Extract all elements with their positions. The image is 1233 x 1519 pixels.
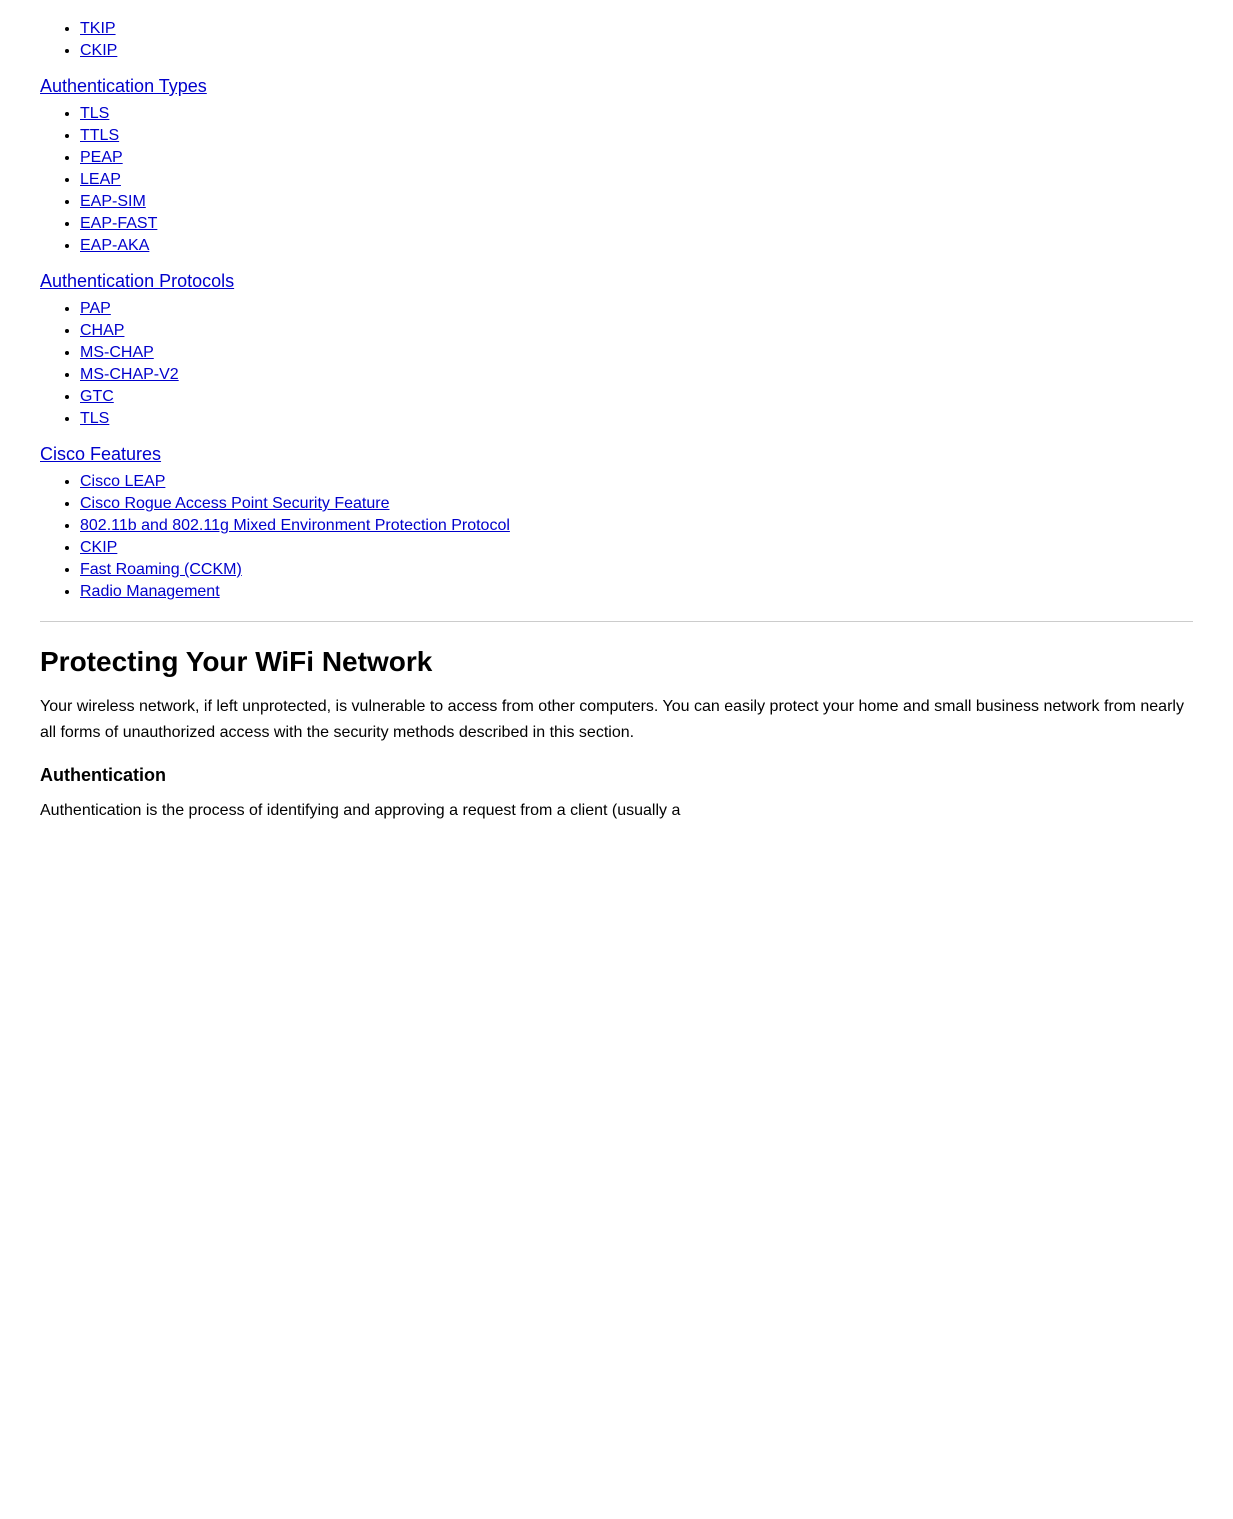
auth-body-text: Authentication is the process of identif…: [40, 798, 1193, 824]
auth-protocols-list: PAP CHAP MS-CHAP MS-CHAP-V2 GTC TLS: [40, 300, 1193, 428]
list-item: TTLS: [80, 127, 1193, 145]
chap-link[interactable]: CHAP: [80, 322, 124, 339]
cisco-rogue-link[interactable]: Cisco Rogue Access Point Security Featur…: [80, 495, 389, 512]
radio-mgmt-link[interactable]: Radio Management: [80, 583, 220, 600]
main-body-text: Your wireless network, if left unprotect…: [40, 694, 1193, 745]
ms-chap-v2-link[interactable]: MS-CHAP-V2: [80, 366, 179, 383]
list-item: CHAP: [80, 322, 1193, 340]
ckip-link-top[interactable]: CKIP: [80, 42, 117, 59]
auth-protocols-link[interactable]: Authentication Protocols: [40, 271, 234, 291]
list-item: 802.11b and 802.11g Mixed Environment Pr…: [80, 517, 1193, 535]
list-item: MS-CHAP-V2: [80, 366, 1193, 384]
ms-chap-link[interactable]: MS-CHAP: [80, 344, 154, 361]
ckip-cisco-link[interactable]: CKIP: [80, 539, 117, 556]
eap-sim-link[interactable]: EAP-SIM: [80, 193, 146, 210]
authentication-sub-heading: Authentication: [40, 765, 1193, 786]
tls-link[interactable]: TLS: [80, 105, 109, 122]
list-item: EAP-AKA: [80, 237, 1193, 255]
cisco-features-link[interactable]: Cisco Features: [40, 444, 161, 464]
cisco-features-list: Cisco LEAP Cisco Rogue Access Point Secu…: [40, 473, 1193, 601]
list-item: TLS: [80, 105, 1193, 123]
pap-link[interactable]: PAP: [80, 300, 111, 317]
eap-aka-link[interactable]: EAP-AKA: [80, 237, 149, 254]
auth-types-link[interactable]: Authentication Types: [40, 76, 207, 96]
auth-types-heading: Authentication Types: [40, 76, 1193, 97]
tls-protocol-link[interactable]: TLS: [80, 410, 109, 427]
list-item: LEAP: [80, 171, 1193, 189]
list-item: Cisco Rogue Access Point Security Featur…: [80, 495, 1193, 513]
eap-fast-link[interactable]: EAP-FAST: [80, 215, 157, 232]
list-item: EAP-FAST: [80, 215, 1193, 233]
leap-link[interactable]: LEAP: [80, 171, 121, 188]
list-item: CKIP: [80, 539, 1193, 557]
top-list: TKIP CKIP: [40, 20, 1193, 60]
cisco-leap-link[interactable]: Cisco LEAP: [80, 473, 165, 490]
gtc-link[interactable]: GTC: [80, 388, 114, 405]
fast-roaming-link[interactable]: Fast Roaming (CCKM): [80, 561, 242, 578]
list-item: MS-CHAP: [80, 344, 1193, 362]
main-heading: Protecting Your WiFi Network: [40, 646, 1193, 678]
cisco-features-heading: Cisco Features: [40, 444, 1193, 465]
section-divider: [40, 621, 1193, 622]
list-item: Radio Management: [80, 583, 1193, 601]
list-item: TLS: [80, 410, 1193, 428]
list-item: EAP-SIM: [80, 193, 1193, 211]
list-item: PAP: [80, 300, 1193, 318]
list-item: PEAP: [80, 149, 1193, 167]
ttls-link[interactable]: TTLS: [80, 127, 119, 144]
peap-link[interactable]: PEAP: [80, 149, 123, 166]
list-item: Cisco LEAP: [80, 473, 1193, 491]
list-item: GTC: [80, 388, 1193, 406]
auth-types-list: TLS TTLS PEAP LEAP EAP-SIM EAP-FAST EAP-…: [40, 105, 1193, 255]
list-item: Fast Roaming (CCKM): [80, 561, 1193, 579]
list-item: CKIP: [80, 42, 1193, 60]
list-item: TKIP: [80, 20, 1193, 38]
mixed-env-link[interactable]: 802.11b and 802.11g Mixed Environment Pr…: [80, 517, 510, 534]
tkip-link[interactable]: TKIP: [80, 20, 116, 37]
auth-protocols-heading: Authentication Protocols: [40, 271, 1193, 292]
